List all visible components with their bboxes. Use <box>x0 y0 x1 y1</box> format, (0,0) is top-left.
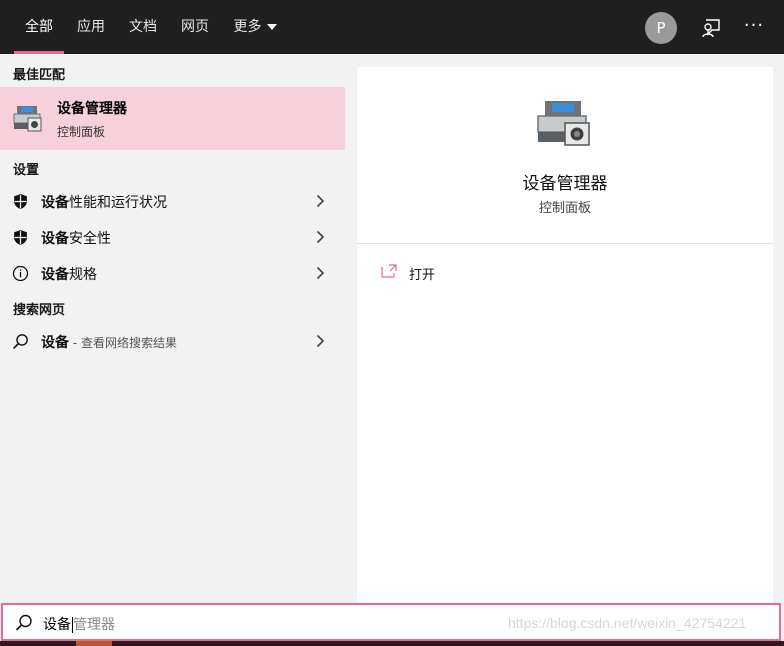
tab-more-label: 更多 <box>233 19 262 35</box>
panel-edge <box>773 54 784 604</box>
tab-all[interactable]: 全部 <box>14 0 64 54</box>
search-input[interactable]: 设备 管理器 <box>43 614 115 634</box>
section-web-search: 搜索网页 <box>13 303 66 318</box>
tab-documents[interactable]: 文档 <box>120 0 166 54</box>
section-settings: 设置 <box>13 163 40 178</box>
settings-item-label: 安全性 <box>69 231 111 247</box>
settings-item-specs[interactable]: 设备规格 <box>0 256 345 290</box>
shield-icon <box>14 230 27 245</box>
search-bar[interactable]: 设备 管理器 https://blog.csdn.net/weixin_42754… <box>1 603 781 641</box>
preview-card: 设备管理器 控制面板 <box>357 67 773 243</box>
tab-apps[interactable]: 应用 <box>68 0 114 54</box>
settings-item-label-bold: 设备 <box>41 195 69 211</box>
settings-item-label-bold: 设备 <box>41 231 69 247</box>
preview-subtitle: 控制面板 <box>538 201 591 216</box>
watermark: https://blog.csdn.net/weixin_42754221 <box>508 615 747 631</box>
chevron-down-icon <box>266 24 277 30</box>
open-action[interactable]: 打开 <box>357 260 773 290</box>
section-best-match: 最佳匹配 <box>13 68 66 83</box>
chevron-right-icon <box>316 230 325 244</box>
settings-item-label: 规格 <box>69 267 97 283</box>
chevron-right-icon <box>316 194 325 208</box>
results-panel: 最佳匹配 设备管理器 控制面板 设置 设备性能和运行状况 设备安全性 设备规格 … <box>0 54 345 604</box>
search-icon <box>15 614 32 631</box>
open-icon <box>381 264 397 278</box>
info-icon <box>12 265 29 282</box>
settings-item-label: 性能和运行状况 <box>69 195 167 211</box>
web-search-label-bold: 设备 <box>41 335 69 351</box>
device-manager-icon <box>13 106 42 132</box>
search-suggestion: 管理器 <box>73 617 115 633</box>
best-match-subtitle: 控制面板 <box>57 125 106 139</box>
taskbar-accent <box>76 641 112 646</box>
search-typed-text: 设备 <box>43 617 73 633</box>
shield-icon <box>14 194 27 209</box>
more-options-icon[interactable]: ··· <box>742 14 766 38</box>
feedback-icon[interactable] <box>700 17 722 39</box>
tab-more[interactable]: 更多 <box>226 0 284 54</box>
web-search-sublabel: - 查看网络搜索结果 <box>69 336 177 350</box>
tab-web[interactable]: 网页 <box>172 0 218 54</box>
top-bar: 全部 应用 文档 网页 更多 P ··· <box>0 0 784 54</box>
settings-item-label-bold: 设备 <box>41 267 69 283</box>
preview-actions: 打开 <box>357 244 773 604</box>
best-match-title: 设备管理器 <box>57 101 127 117</box>
chevron-right-icon <box>316 334 325 348</box>
chevron-right-icon <box>316 266 325 280</box>
taskbar-strip <box>0 641 784 646</box>
search-icon <box>13 334 28 349</box>
avatar[interactable]: P <box>645 12 677 44</box>
preview-title: 设备管理器 <box>522 174 608 194</box>
settings-item-security[interactable]: 设备安全性 <box>0 220 345 254</box>
device-manager-icon <box>537 101 590 146</box>
best-match-item[interactable]: 设备管理器 控制面板 <box>0 87 345 150</box>
settings-item-performance[interactable]: 设备性能和运行状况 <box>0 184 345 218</box>
open-label: 打开 <box>409 268 436 283</box>
web-search-item[interactable]: 设备 - 查看网络搜索结果 <box>0 324 345 358</box>
